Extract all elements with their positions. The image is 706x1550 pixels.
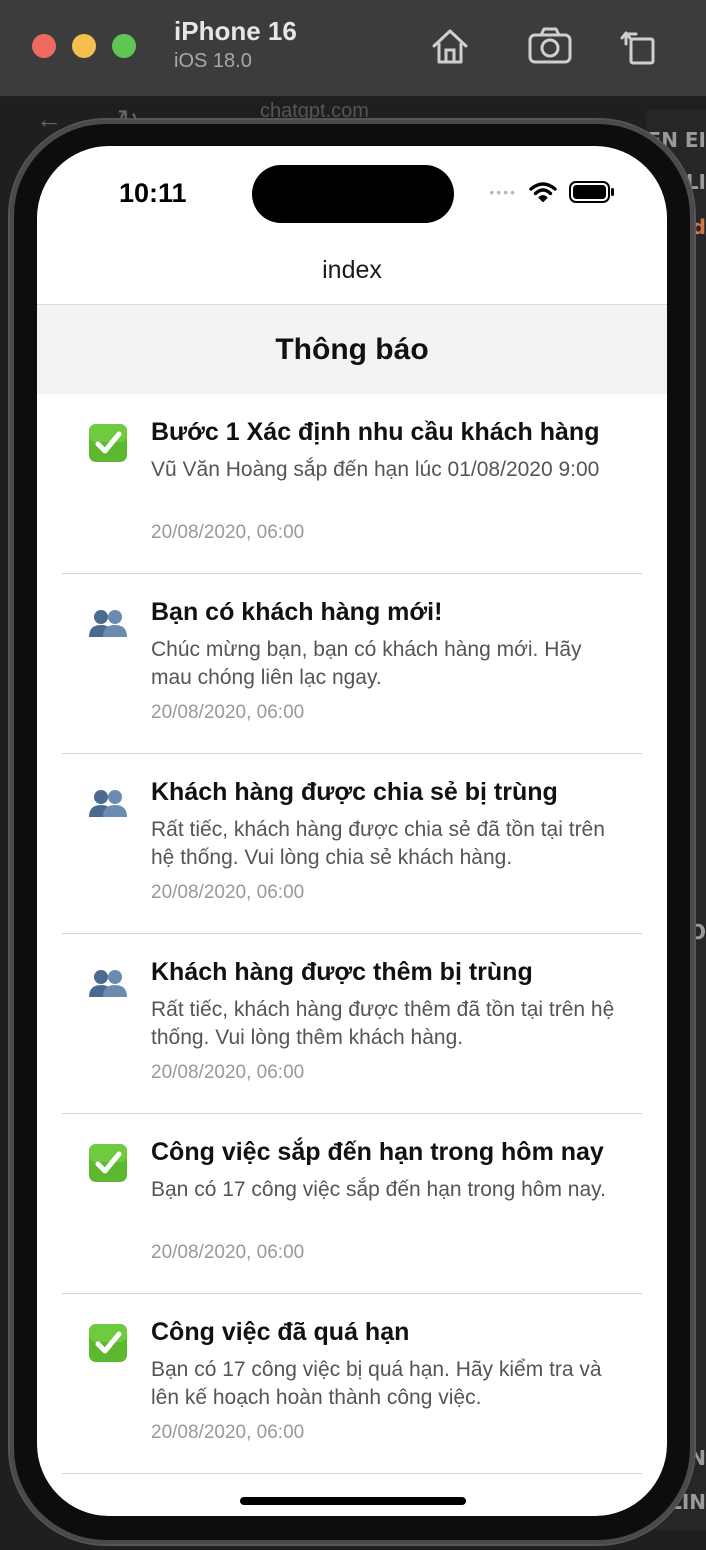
notification-item[interactable]: Khách hàng được thêm bị trùng Rất tiếc, … xyxy=(62,934,642,1114)
notification-time: 20/08/2020, 06:00 xyxy=(151,1062,305,1083)
cellular-signal-icon: •••• xyxy=(489,184,517,200)
notification-time: 20/08/2020, 06:00 xyxy=(151,1422,305,1443)
notification-body: Bạn có 17 công việc sắp đến hạn trong hô… xyxy=(151,1178,606,1201)
notification-item[interactable]: Bạn có khách hàng mới! Chúc mừng bạn, bạ… xyxy=(62,574,642,754)
check-mark-icon xyxy=(87,1142,129,1184)
people-icon xyxy=(87,602,129,644)
check-mark-icon xyxy=(87,422,129,464)
close-window-button[interactable] xyxy=(32,34,56,58)
notification-list: Bước 1 Xác định nhu cầu khách hàng Vũ Vă… xyxy=(37,394,667,1474)
notification-item[interactable]: Công việc sắp đến hạn trong hôm nay Bạn … xyxy=(62,1114,642,1294)
people-icon xyxy=(87,962,129,1004)
device-name: iPhone 16 xyxy=(174,16,297,46)
notification-item[interactable]: Công việc đã quá hạn Bạn có 17 công việc… xyxy=(62,1294,642,1474)
os-version: iOS 18.0 xyxy=(174,50,252,72)
notification-time: 20/08/2020, 06:00 xyxy=(151,522,305,543)
notification-item[interactable]: Bước 1 Xác định nhu cầu khách hàng Vũ Vă… xyxy=(62,394,642,574)
status-icons: •••• xyxy=(489,180,615,204)
screenshot-button[interactable] xyxy=(526,22,574,70)
status-time: 10:11 xyxy=(119,178,187,208)
rotate-button[interactable] xyxy=(616,22,664,70)
dynamic-island xyxy=(252,165,454,223)
notification-body: Rất tiếc, khách hàng được chia sẻ đã tồn… xyxy=(151,818,605,869)
notification-title: Khách hàng được thêm bị trùng xyxy=(151,958,533,986)
home-button[interactable] xyxy=(426,22,474,70)
page-title: Thông báo xyxy=(37,305,667,394)
camera-icon xyxy=(528,27,572,64)
notification-title: Công việc đã quá hạn xyxy=(151,1318,410,1346)
notification-time: 20/08/2020, 06:00 xyxy=(151,702,305,723)
notification-body: Rất tiếc, khách hàng được thêm đã tồn tạ… xyxy=(151,998,615,1049)
notification-time: 20/08/2020, 06:00 xyxy=(151,1242,305,1263)
device-screen: 10:11 •••• index Thông báo Bước 1 Xác đị… xyxy=(37,146,667,1516)
status-bar: 10:11 •••• xyxy=(37,146,667,236)
notification-title: Bạn có khách hàng mới! xyxy=(151,598,443,626)
home-indicator[interactable] xyxy=(240,1497,466,1505)
home-icon xyxy=(432,29,468,64)
people-icon xyxy=(87,782,129,824)
notification-title: Công việc sắp đến hạn trong hôm nay xyxy=(151,1138,604,1166)
check-mark-icon xyxy=(87,1322,129,1364)
notification-body: Chúc mừng bạn, bạn có khách hàng mới. Hã… xyxy=(151,638,582,689)
notification-time: 20/08/2020, 06:00 xyxy=(151,882,305,903)
zoom-window-button[interactable] xyxy=(112,34,136,58)
battery-icon xyxy=(569,181,614,203)
wifi-icon xyxy=(529,182,557,202)
notification-title: Bước 1 Xác định nhu cầu khách hàng xyxy=(151,418,600,446)
rotate-icon xyxy=(620,31,655,65)
notification-body: Bạn có 17 công việc bị quá hạn. Hãy kiểm… xyxy=(151,1358,602,1409)
notification-title: Khách hàng được chia sẻ bị trùng xyxy=(151,778,558,806)
minimize-window-button[interactable] xyxy=(72,34,96,58)
notification-item[interactable]: Khách hàng được chia sẻ bị trùng Rất tiế… xyxy=(62,754,642,934)
iphone-device-frame: 10:11 •••• index Thông báo Bước 1 Xác đị… xyxy=(10,120,694,1544)
navigation-title: index xyxy=(37,236,667,305)
simulator-titlebar: iPhone 16 iOS 18.0 xyxy=(0,0,706,97)
notification-body: Vũ Văn Hoàng sắp đến hạn lúc 01/08/2020 … xyxy=(151,458,600,481)
